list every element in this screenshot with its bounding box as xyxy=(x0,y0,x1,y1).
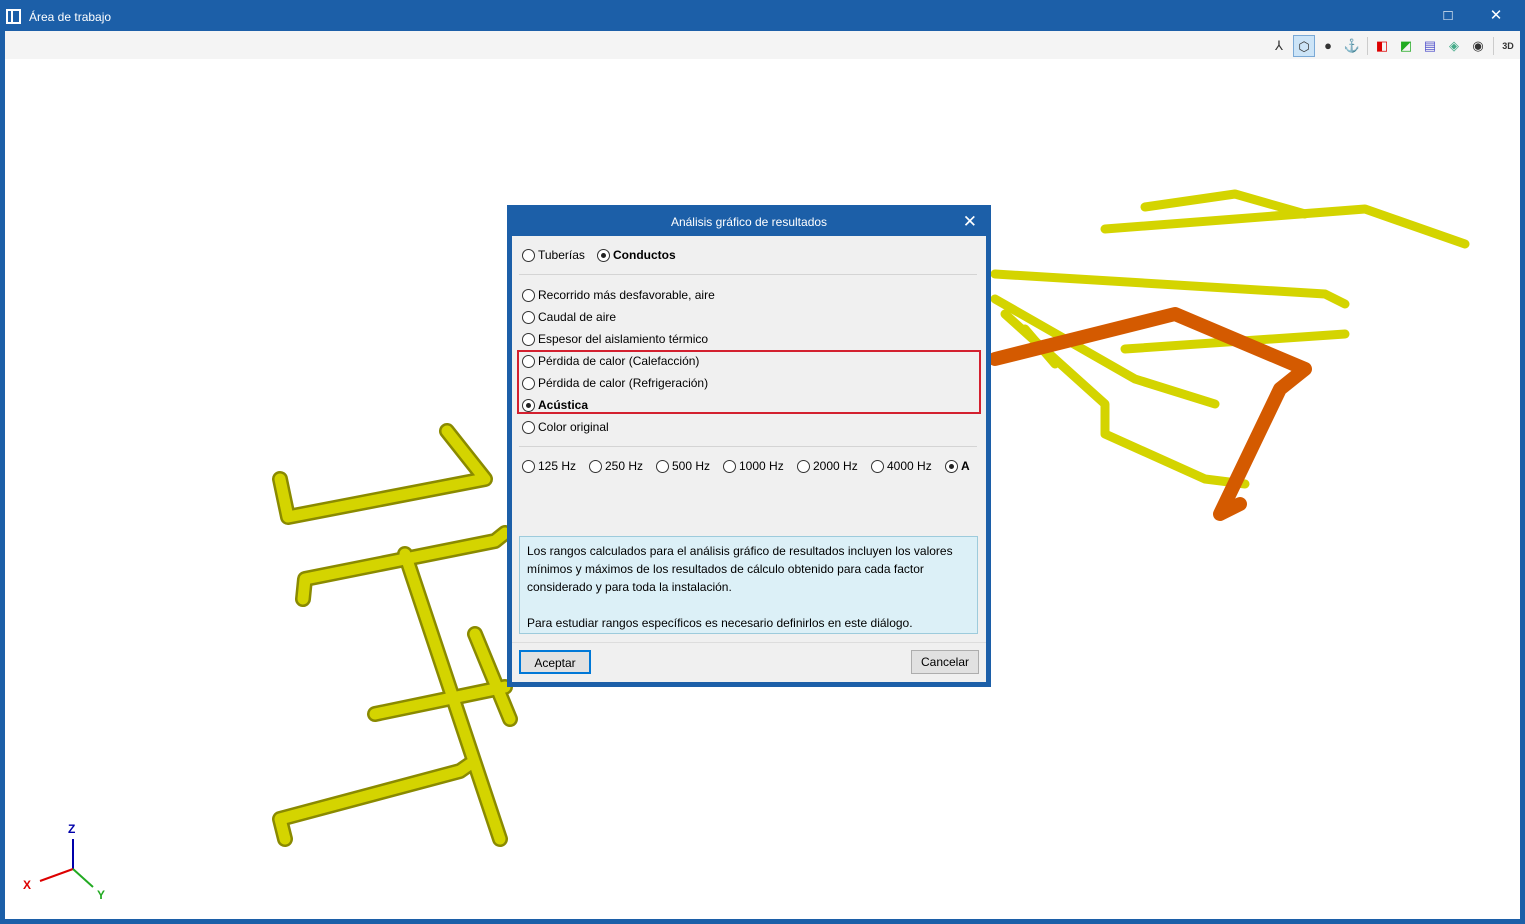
orbit-icon[interactable]: ● xyxy=(1317,35,1339,57)
x-axis-label: X xyxy=(23,878,31,892)
section-x-icon[interactable]: ◧ xyxy=(1371,35,1393,57)
radio-circle xyxy=(522,332,535,346)
window-titlebar: Área de trabajo □ ✕ xyxy=(0,0,1525,31)
radio-label: 250 Hz xyxy=(605,459,644,473)
info-box: Los rangos calculados para el análisis g… xyxy=(519,536,978,634)
separator xyxy=(519,446,977,447)
rotate-icon[interactable]: ⚓ xyxy=(1341,35,1363,57)
duct-network-left-fill xyxy=(274,425,516,845)
radio-circle xyxy=(589,459,602,473)
dialog-body: Tuberías Conductos Recorrido más desfavo… xyxy=(512,236,986,682)
radio-circle xyxy=(597,248,610,262)
radio-circle xyxy=(871,459,884,473)
toolbar-separator xyxy=(1493,37,1494,55)
radio-caudal[interactable]: Caudal de aire xyxy=(522,310,616,324)
radio-a-weighted[interactable]: A xyxy=(945,459,970,473)
radio-500hz[interactable]: 500 Hz xyxy=(656,459,710,473)
x-axis-line xyxy=(39,868,74,882)
radio-circle xyxy=(522,459,535,473)
section-diagonal-icon[interactable]: ◩ xyxy=(1395,35,1417,57)
radio-color-original[interactable]: Color original xyxy=(522,420,609,434)
3d-settings-icon[interactable]: 3D xyxy=(1497,35,1519,57)
radio-label: 4000 Hz xyxy=(887,459,932,473)
dialog-close-button[interactable]: ✕ xyxy=(963,212,977,232)
y-axis-label: Y xyxy=(97,888,105,902)
radio-label: Tuberías xyxy=(538,248,585,262)
highlight-box xyxy=(517,350,981,414)
radio-circle xyxy=(522,248,535,262)
section-horizontal-icon[interactable]: ▤ xyxy=(1419,35,1441,57)
y-axis-line xyxy=(72,868,94,888)
radio-circle xyxy=(522,288,535,302)
axes-icon[interactable]: ⅄ xyxy=(1268,35,1290,57)
maximize-button[interactable]: □ xyxy=(1433,5,1463,27)
accept-button[interactable]: Aceptar xyxy=(519,650,591,674)
results-analysis-dialog: Análisis gráfico de resultados ✕ Tubería… xyxy=(507,205,991,687)
radio-label: A xyxy=(961,459,970,473)
radio-circle xyxy=(656,459,669,473)
radio-label: Recorrido más desfavorable, aire xyxy=(538,288,715,302)
axis-indicator: Z X Y xyxy=(23,822,105,902)
footer-separator xyxy=(512,642,986,643)
z-axis-label: Z xyxy=(68,822,75,836)
radio-4000hz[interactable]: 4000 Hz xyxy=(871,459,932,473)
radio-conductos[interactable]: Conductos xyxy=(597,248,676,262)
dialog-title: Análisis gráfico de resultados xyxy=(670,215,828,229)
info-text-2: Para estudiar rangos específicos es nece… xyxy=(527,616,913,630)
radio-125hz[interactable]: 125 Hz xyxy=(522,459,576,473)
radio-250hz[interactable]: 250 Hz xyxy=(589,459,643,473)
radio-label: 2000 Hz xyxy=(813,459,858,473)
radio-circle xyxy=(522,310,535,324)
radio-label: Conductos xyxy=(613,248,676,262)
visibility-icon[interactable]: ◉ xyxy=(1467,35,1489,57)
radio-1000hz[interactable]: 1000 Hz xyxy=(723,459,784,473)
radio-recorrido[interactable]: Recorrido más desfavorable, aire xyxy=(522,288,715,302)
radio-label: 500 Hz xyxy=(672,459,711,473)
separator xyxy=(519,274,977,275)
view-toolbar: ⅄ ⬡ ● ⚓ ◧ ◩ ▤ ◈ ◉ 3D xyxy=(5,31,1520,59)
radio-label: 1000 Hz xyxy=(739,459,784,473)
radio-label: Caudal de aire xyxy=(538,310,617,324)
toolbar-separator xyxy=(1367,37,1368,55)
view-cube-icon[interactable]: ⬡ xyxy=(1293,35,1315,57)
window-title: Área de trabajo xyxy=(29,10,112,24)
radio-circle xyxy=(797,459,810,473)
radio-label: Espesor del aislamiento térmico xyxy=(538,332,709,346)
radio-circle xyxy=(723,459,736,473)
radio-label: 125 Hz xyxy=(538,459,577,473)
radio-label: Color original xyxy=(538,420,609,434)
radio-circle xyxy=(945,459,958,473)
radio-circle xyxy=(522,420,535,434)
layers-icon[interactable]: ◈ xyxy=(1443,35,1465,57)
info-text: Los rangos calculados para el análisis g… xyxy=(527,544,953,594)
cancel-button[interactable]: Cancelar xyxy=(911,650,979,674)
app-icon xyxy=(6,9,21,24)
close-button[interactable]: ✕ xyxy=(1481,5,1511,27)
radio-2000hz[interactable]: 2000 Hz xyxy=(797,459,858,473)
radio-espesor[interactable]: Espesor del aislamiento térmico xyxy=(522,332,708,346)
radio-tuberias[interactable]: Tuberías xyxy=(522,248,585,262)
